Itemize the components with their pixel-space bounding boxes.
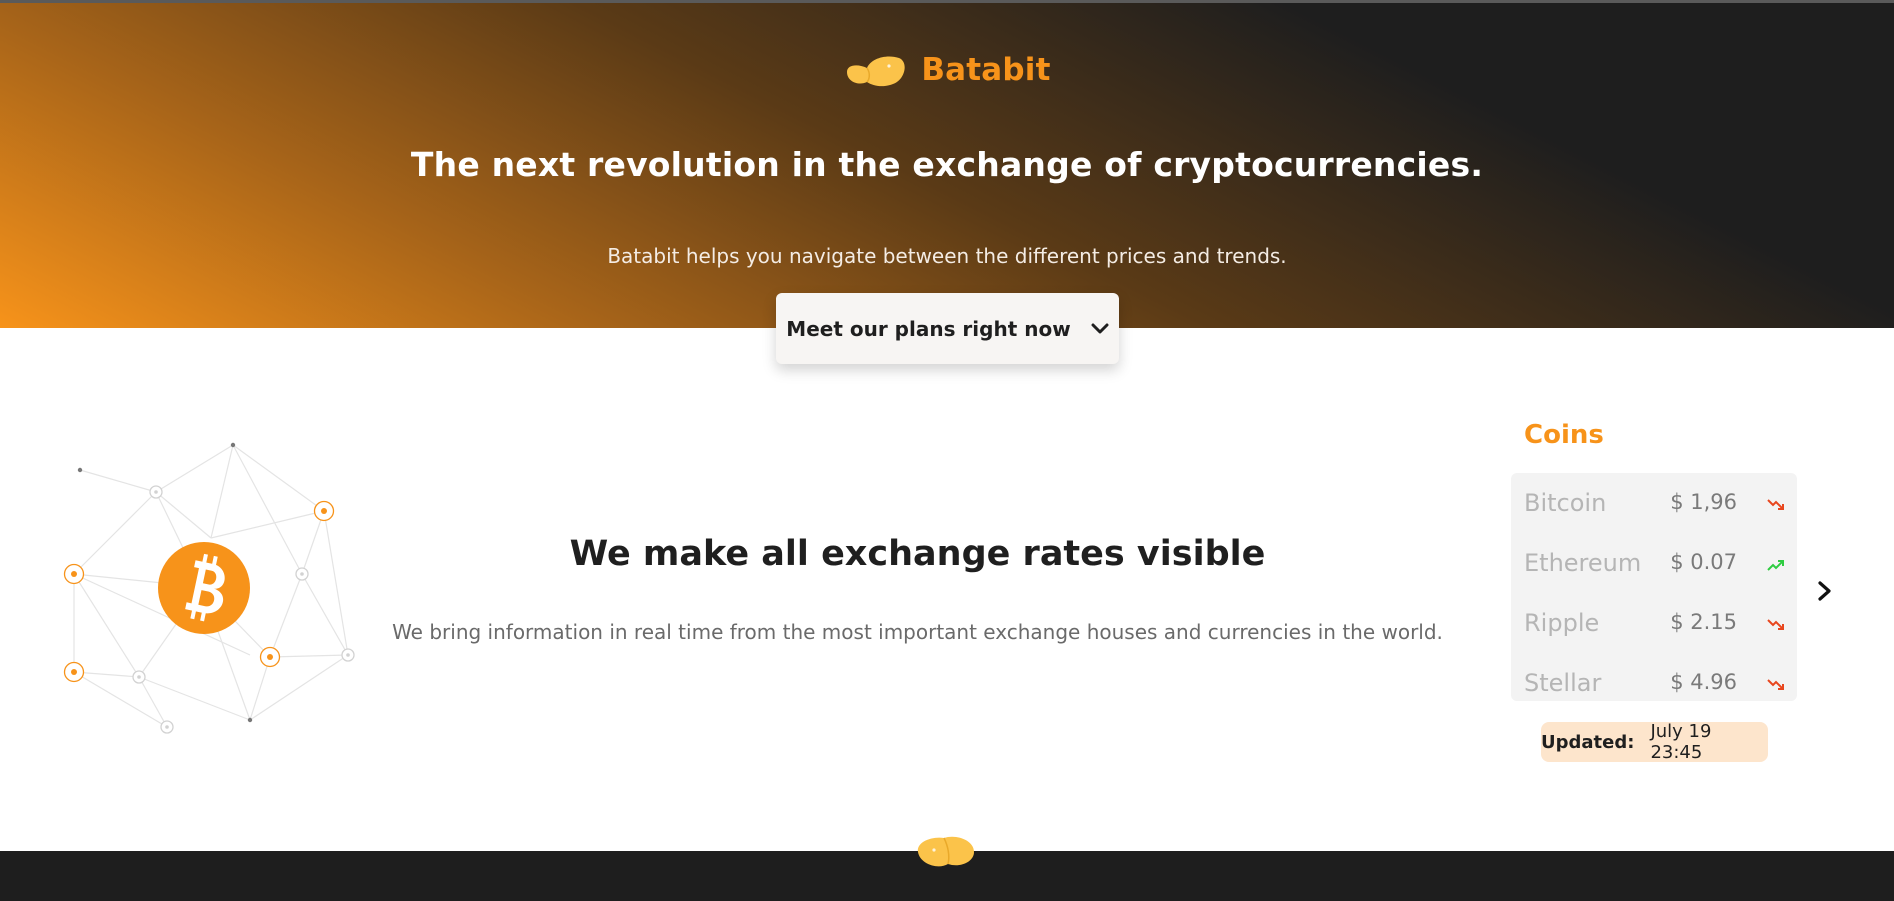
coins-table: Bitcoin $ 1,96 Ethereum $ 0.07 Ripple $ … bbox=[1511, 473, 1797, 701]
batabit-logo-icon bbox=[917, 836, 974, 867]
batabit-logo-icon bbox=[847, 56, 905, 87]
brand-name: Batabit bbox=[921, 52, 1051, 88]
bitcoin-network-icon bbox=[63, 442, 355, 734]
coin-row: Stellar $ 4.96 bbox=[1511, 659, 1797, 719]
coin-name: Ripple bbox=[1524, 609, 1600, 637]
coin-price: $ 0.07 bbox=[1670, 550, 1737, 574]
updated-value: July 19 23:45 bbox=[1650, 721, 1712, 763]
updated-label: Updated: bbox=[1541, 731, 1635, 753]
coin-price: $ 2.15 bbox=[1670, 610, 1737, 634]
coin-price: $ 4.96 bbox=[1670, 670, 1737, 694]
coin-row: Ripple $ 2.15 bbox=[1511, 599, 1797, 659]
hero-subtitle: Batabit helps you navigate between the d… bbox=[607, 244, 1287, 268]
coin-row: Bitcoin $ 1,96 bbox=[1511, 479, 1797, 539]
coin-row: Ethereum $ 0.07 bbox=[1511, 539, 1797, 599]
trend-up-icon bbox=[1767, 560, 1784, 571]
coin-name: Stellar bbox=[1524, 669, 1602, 697]
trend-down-icon bbox=[1767, 679, 1784, 690]
meet-plans-button[interactable]: Meet our plans right now bbox=[776, 293, 1119, 364]
coin-price: $ 1,96 bbox=[1670, 490, 1737, 514]
meet-plans-button-label: Meet our plans right now bbox=[786, 316, 1071, 341]
section-title: We make all exchange rates visible bbox=[569, 534, 1266, 574]
brand[interactable]: Batabit bbox=[0, 50, 1894, 90]
coins-title: Coins bbox=[1524, 420, 1604, 450]
hero-title: The next revolution in the exchange of c… bbox=[410, 145, 1484, 184]
trend-down-icon bbox=[1767, 619, 1784, 630]
trend-down-icon bbox=[1767, 499, 1784, 510]
chevron-right-icon[interactable] bbox=[1815, 580, 1835, 602]
updated-badge: Updated: July 19 23:45 bbox=[1541, 721, 1768, 763]
chevron-down-icon bbox=[1091, 323, 1109, 333]
coin-name: Bitcoin bbox=[1524, 489, 1607, 517]
section-description: We bring information in real time from t… bbox=[392, 620, 1443, 644]
coin-name: Ethereum bbox=[1524, 549, 1642, 577]
